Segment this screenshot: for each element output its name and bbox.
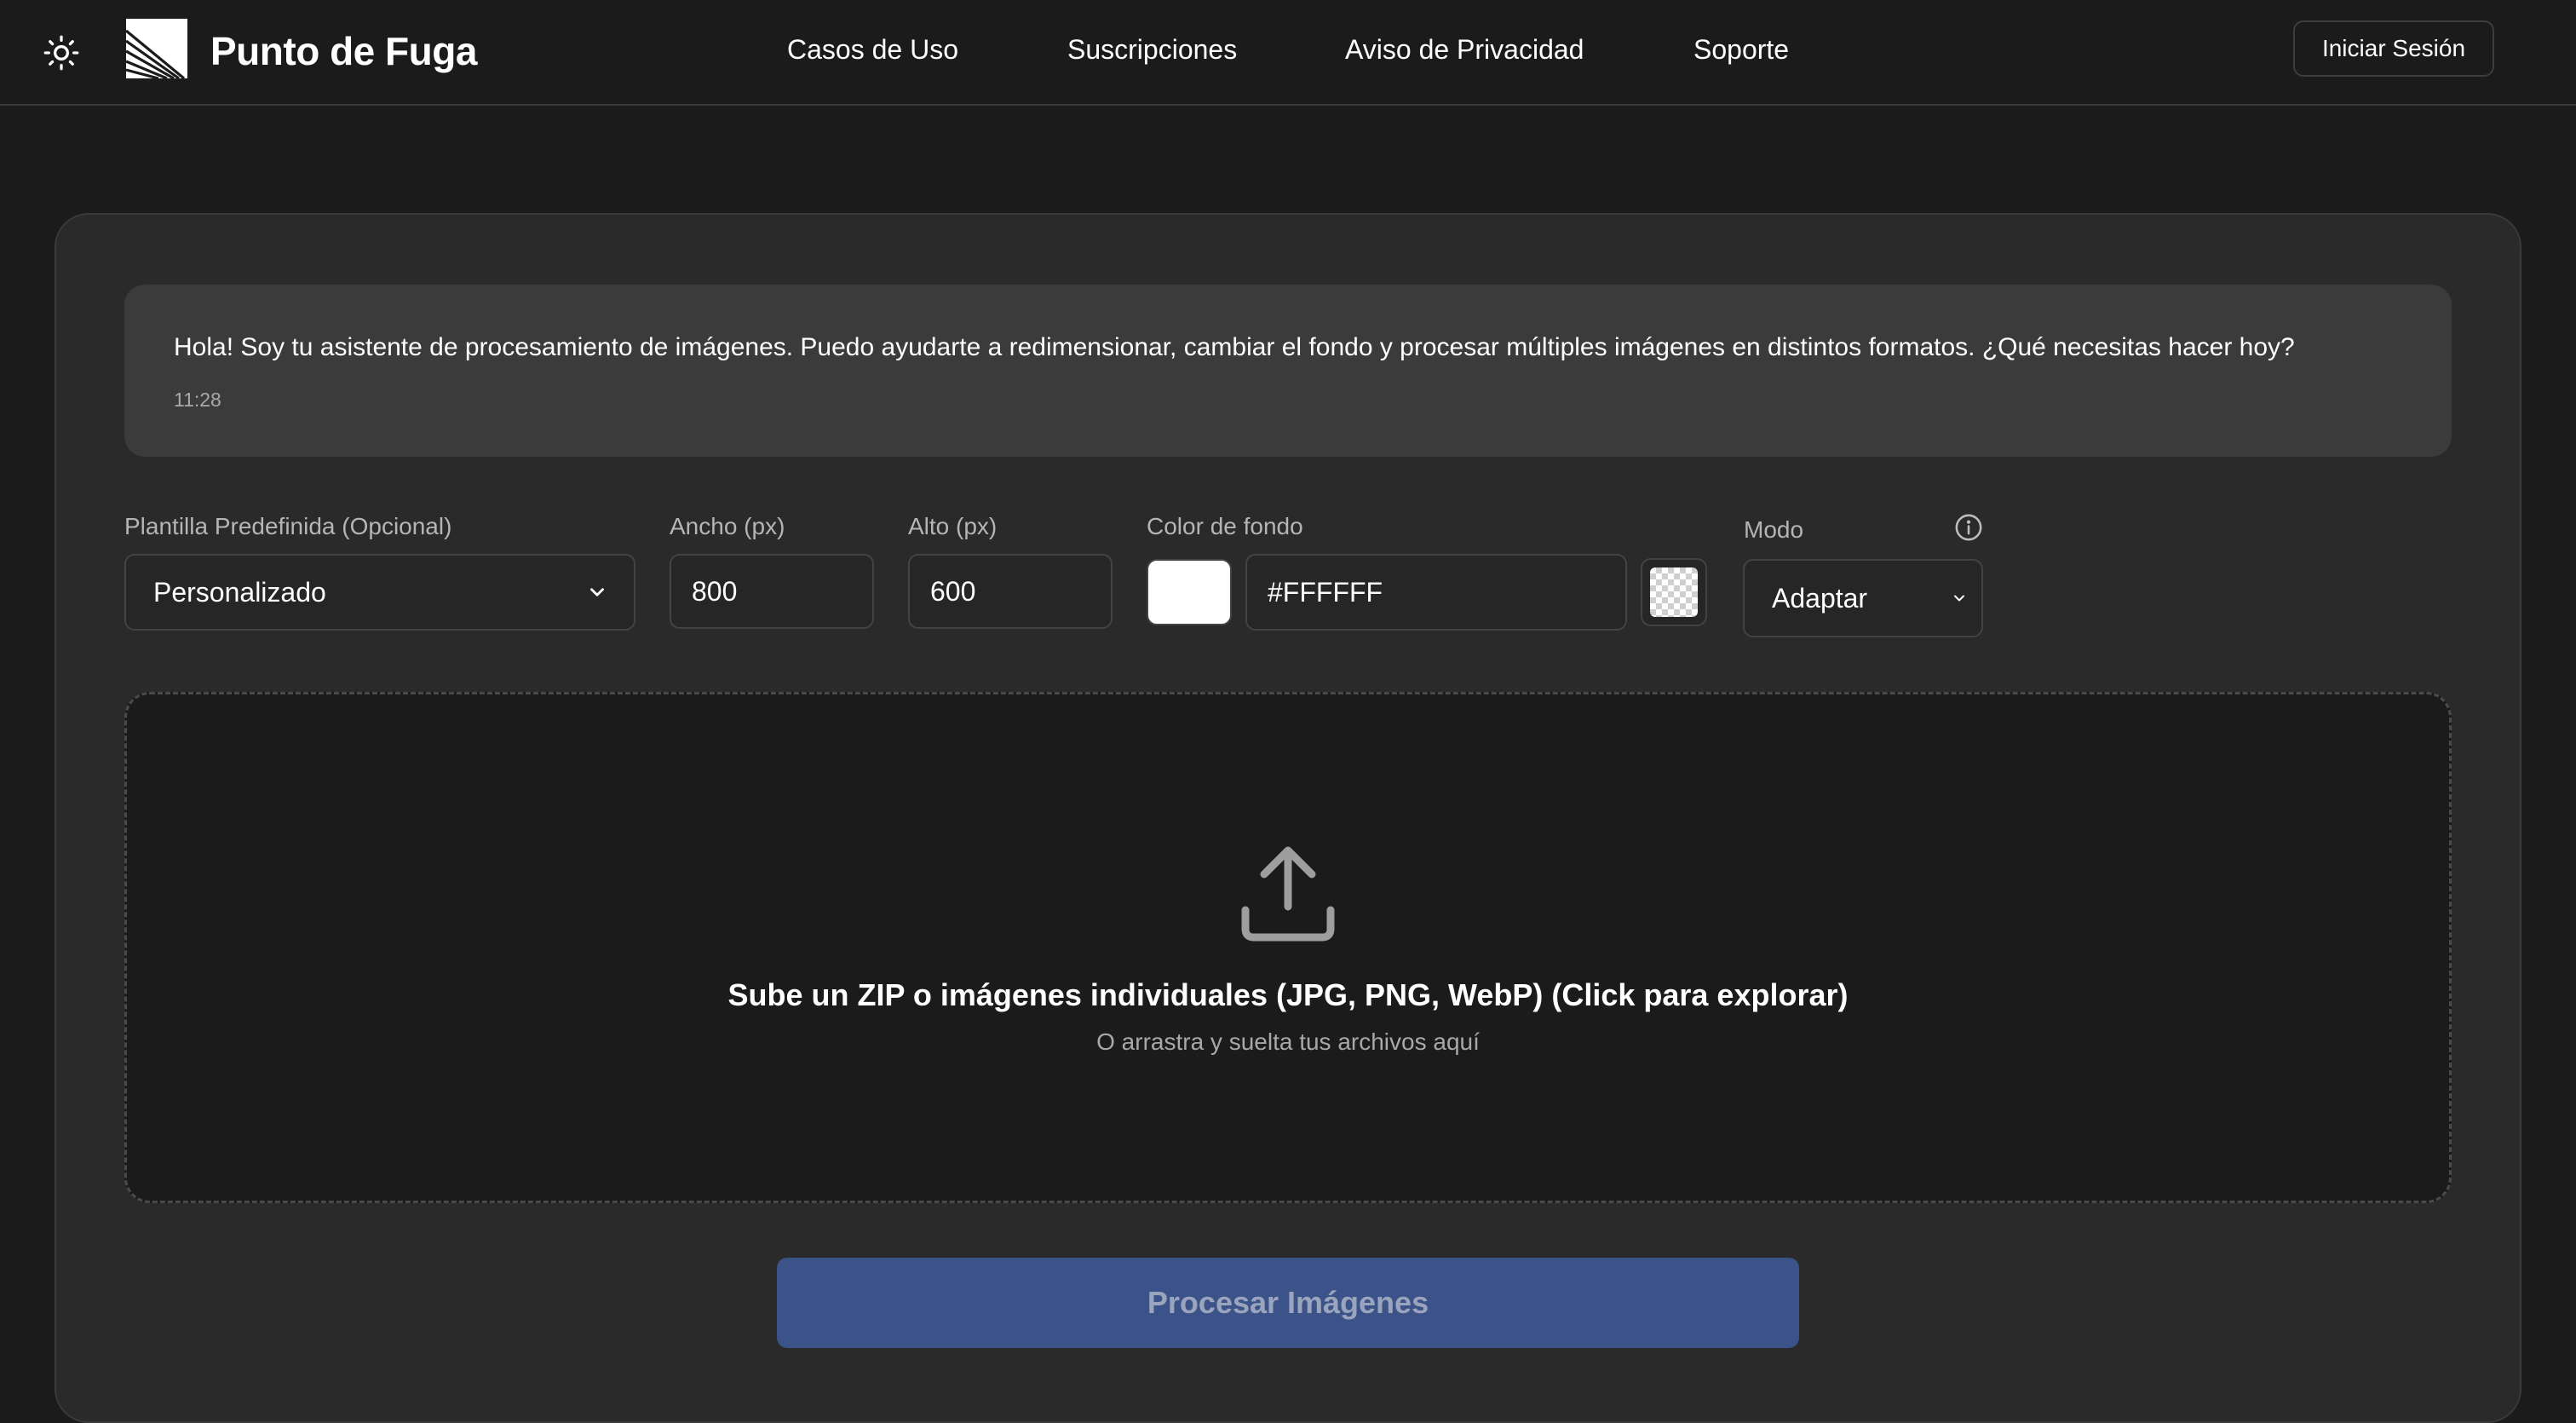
template-label: Plantilla Predefinida (Opcional)	[124, 513, 452, 539]
assistant-message-text: Hola! Soy tu asistente de procesamiento …	[174, 333, 2295, 361]
process-images-button[interactable]: Procesar Imágenes	[777, 1258, 1799, 1348]
template-select[interactable]: Personalizado	[124, 554, 635, 631]
width-input[interactable]: 800	[670, 554, 874, 629]
template-select-value: Personalizado	[153, 576, 326, 608]
height-label: Alto (px)	[908, 513, 998, 539]
transparency-checker-icon	[1650, 567, 1698, 617]
background-color-label: Color de fondo	[1147, 513, 1303, 539]
brand-logo-icon[interactable]	[126, 19, 187, 78]
info-icon[interactable]	[1954, 513, 1983, 542]
sun-icon	[43, 35, 79, 71]
mode-select-value: Adaptar	[1772, 582, 1868, 614]
upload-icon	[1241, 846, 1335, 942]
assistant-message: Hola! Soy tu asistente de procesamiento …	[124, 285, 2452, 457]
transparent-background-button[interactable]	[1641, 558, 1707, 626]
height-input-value: 600	[930, 575, 976, 607]
mode-label: Modo	[1744, 516, 1804, 543]
nav-casos-de-uso[interactable]: Casos de Uso	[787, 32, 958, 66]
color-picker-swatch[interactable]	[1147, 559, 1232, 625]
chevron-down-icon	[1954, 595, 1964, 602]
message-timestamp: 11:28	[174, 389, 221, 411]
top-navbar: Punto de Fuga Casos de Uso Suscripciones…	[0, 0, 2576, 106]
theme-toggle-button[interactable]	[39, 31, 83, 75]
background-color-hex-value: #FFFFFF	[1268, 576, 1383, 608]
height-input[interactable]: 600	[908, 554, 1113, 629]
background-color-hex-input[interactable]: #FFFFFF	[1245, 554, 1627, 631]
nav-soporte[interactable]: Soporte	[1693, 32, 1789, 66]
chevron-down-icon	[590, 588, 604, 596]
login-button[interactable]: Iniciar Sesión	[2293, 20, 2494, 77]
dropzone-subtitle: O arrastra y suelta tus archivos aquí	[1096, 1028, 1480, 1055]
dropzone-title[interactable]: Sube un ZIP o imágenes individuales (JPG…	[124, 975, 2452, 1016]
file-dropzone[interactable]	[124, 692, 2452, 1203]
width-label: Ancho (px)	[670, 513, 785, 539]
brand-name[interactable]: Punto de Fuga	[210, 26, 477, 77]
mode-select[interactable]: Adaptar	[1743, 559, 1983, 637]
width-input-value: 800	[692, 575, 738, 607]
nav-aviso-de-privacidad[interactable]: Aviso de Privacidad	[1345, 32, 1584, 66]
nav-suscripciones[interactable]: Suscripciones	[1067, 32, 1237, 66]
